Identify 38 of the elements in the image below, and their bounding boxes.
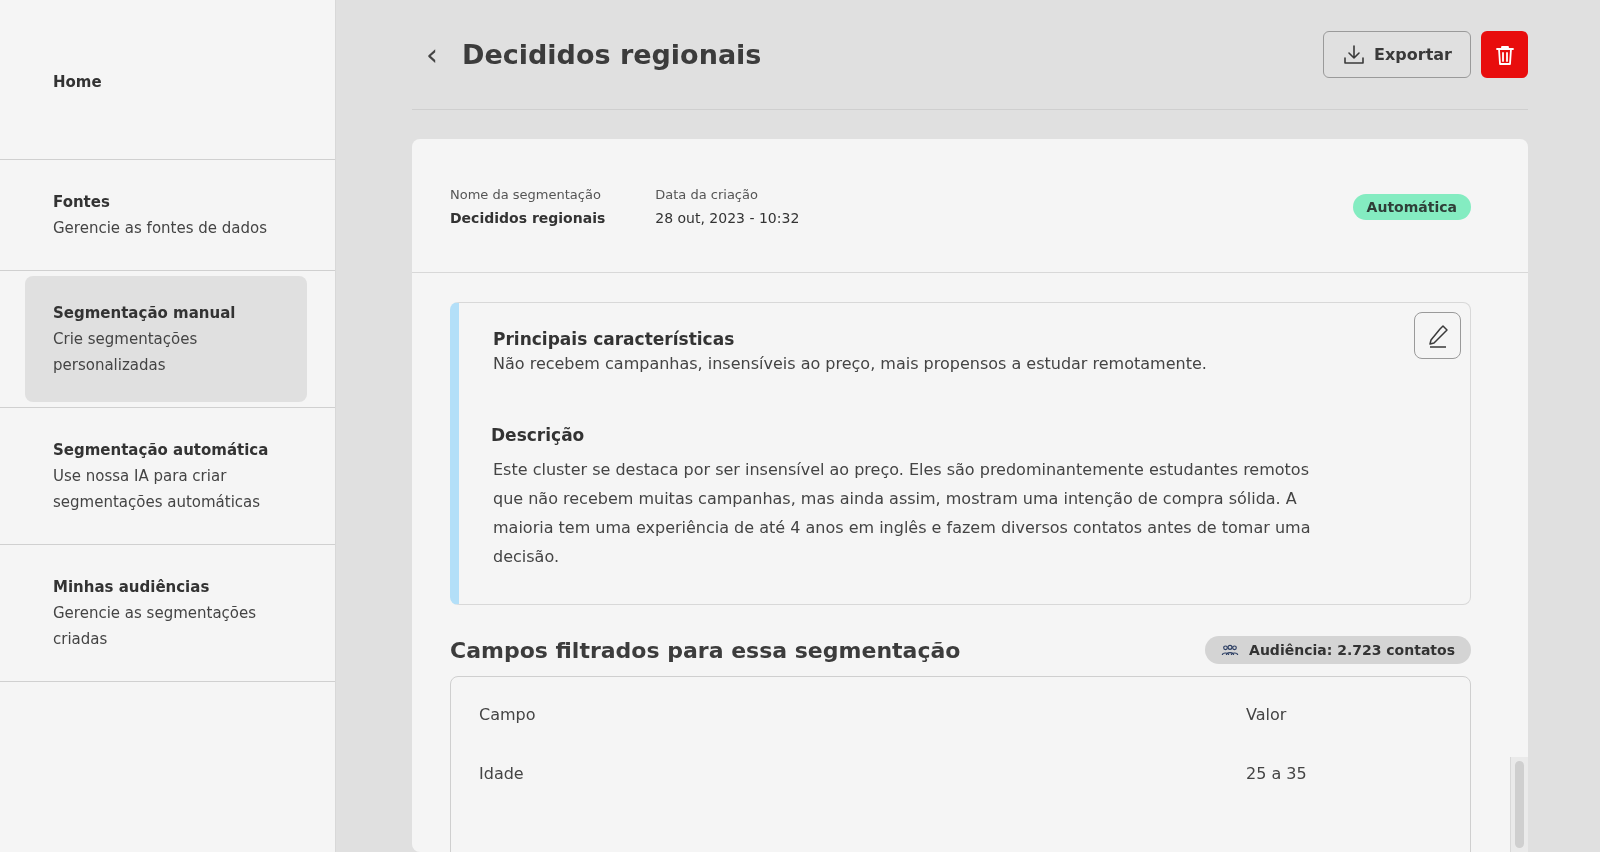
- column-header: Campo: [479, 705, 537, 724]
- nav-item-subtitle: Crie segmentações personalizadas: [53, 329, 199, 376]
- download-icon: [1342, 42, 1367, 67]
- field-value: Decididos regionais: [450, 210, 606, 226]
- back-button[interactable]: ‹: [420, 39, 444, 70]
- nav-item-subtitle: Gerencie as segmentações criadas: [53, 603, 258, 650]
- scrollbar[interactable]: [1510, 757, 1528, 852]
- scroll-thumb[interactable]: [1515, 761, 1524, 848]
- section-title: Descrição: [491, 425, 586, 445]
- audience-badge: Audiência: 2.723 contatos: [1205, 636, 1471, 664]
- field-label: Data da criação: [655, 187, 759, 202]
- people-icon: [1221, 643, 1240, 657]
- type-badge: Automática: [1352, 193, 1471, 220]
- nav-item-title: Home: [53, 72, 103, 93]
- nav-item-title: Segmentação automática: [53, 440, 270, 461]
- nav-item-title: Minhas audiências: [53, 577, 211, 598]
- nav-item[interactable]: Home: [25, 45, 307, 119]
- nav-item[interactable]: Minhas audiências Gerencie as segmentações criadas: [25, 550, 307, 676]
- table-cell-text: 25 a 35: [1246, 764, 1308, 783]
- characteristics-text: Não recebem campanhas, insensíveis ao preço, mais propensos a estudar remotamente.: [493, 353, 1208, 375]
- page-title: Decididos regionais: [462, 39, 763, 70]
- description-text: Este cluster se destaca por ser insensível ao preço. Eles são predominantemente estudantes remotos que não recebem muitas campanhas, mas ainda assim, mostram uma intenção de compra sólida. A maioria tem uma experiência de até 4 anos em inglês e fazem diversos contatos antes de tomar uma decisão.: [493, 459, 1312, 568]
- column-header: Valor: [1246, 705, 1288, 724]
- delete-button[interactable]: [1481, 31, 1528, 78]
- nav-item-title: Segmentação manual: [53, 303, 237, 324]
- nav-item[interactable]: Segmentação manual Crie segmentações personalizadas: [25, 276, 307, 402]
- nav-item-title: Fontes: [53, 192, 111, 213]
- nav-item[interactable]: Segmentação automática Use nossa IA para criar segmentações automáticas: [25, 413, 307, 539]
- edit-button[interactable]: [1414, 312, 1461, 359]
- table-cell-text: Idade: [479, 764, 525, 783]
- field-label: Nome da segmentação: [450, 187, 602, 202]
- nav-item[interactable]: Fontes Gerencie as fontes de dados: [25, 165, 307, 265]
- section-title: Principais características: [493, 329, 736, 349]
- nav-item-subtitle: Gerencie as fontes de dados: [53, 218, 268, 239]
- field-value: 28 out, 2023 - 10:32: [655, 210, 800, 226]
- export-button[interactable]: Exportar: [1323, 31, 1471, 78]
- section-heading: Campos filtrados para essa segmentação: [450, 637, 961, 663]
- nav-item-subtitle: Use nossa IA para criar segmentações automáticas: [53, 466, 262, 513]
